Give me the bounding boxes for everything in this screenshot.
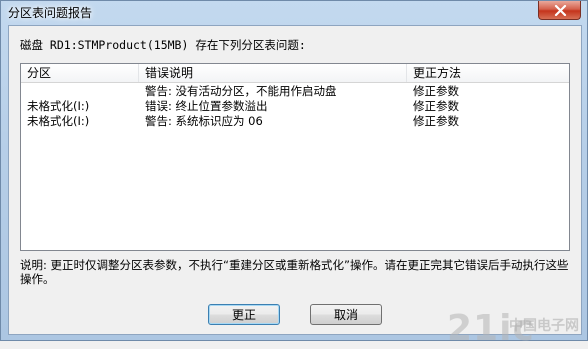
table-row[interactable]: 警告: 没有活动分区，不能用作启动盘 修正参数: [21, 84, 569, 98]
row-description: 警告: 没有活动分区，不能用作启动盘: [145, 84, 337, 98]
close-button[interactable]: [538, 1, 581, 20]
watermark-text: 中国电子网: [509, 318, 579, 334]
window-title: 分区表问题报告: [8, 6, 93, 20]
column-header-description[interactable]: 错误说明: [139, 64, 407, 82]
row-partition: 未格式化(I:): [27, 114, 90, 128]
row-partition: 未格式化(I:): [27, 99, 90, 113]
problem-heading: 磁盘 RD1:STMProduct(15MB) 存在下列分区表问题:: [20, 38, 306, 52]
title-bar[interactable]: 分区表问题报告: [1, 1, 587, 25]
dialog-body: 磁盘 RD1:STMProduct(15MB) 存在下列分区表问题: 分区 错误…: [8, 25, 582, 349]
list-header: 分区 错误说明 更正方法: [21, 64, 569, 83]
problem-list[interactable]: 分区 错误说明 更正方法 警告: 没有活动分区，不能用作启动盘 修正参数 未格式…: [20, 63, 570, 251]
column-header-partition[interactable]: 分区: [21, 64, 139, 82]
table-row[interactable]: 未格式化(I:) 错误: 终止位置参数溢出 修正参数: [21, 99, 569, 113]
row-fix: 修正参数: [413, 99, 459, 113]
close-icon: [554, 5, 567, 16]
row-fix: 修正参数: [413, 84, 459, 98]
column-header-fix[interactable]: 更正方法: [407, 64, 569, 82]
row-description: 警告: 系统标识应为 06: [145, 114, 263, 128]
dialog-window: 分区表问题报告 磁盘 RD1:STMProduct(15MB) 存在下列分区表问…: [0, 0, 588, 349]
table-row[interactable]: 未格式化(I:) 警告: 系统标识应为 06 修正参数: [21, 114, 569, 128]
fix-button[interactable]: 更正: [208, 304, 280, 325]
row-fix: 修正参数: [413, 114, 459, 128]
explanation-note: 说明: 更正时仅调整分区表参数，不执行“重建分区或重新格式化”操作。请在更正完其…: [20, 258, 569, 286]
row-description: 错误: 终止位置参数溢出: [145, 99, 268, 113]
cancel-button[interactable]: 取消: [310, 304, 382, 325]
